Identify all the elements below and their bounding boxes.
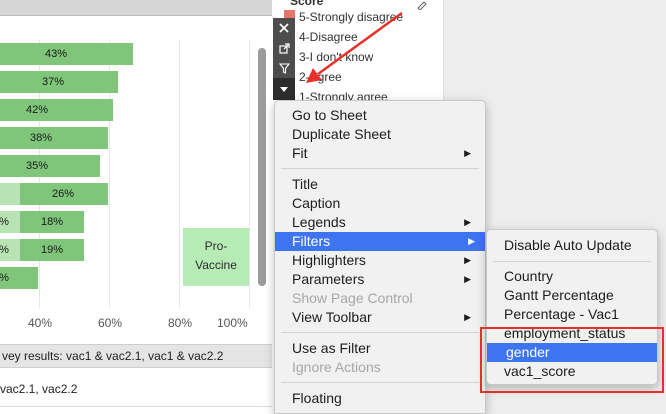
axis-tick-label: 80% [168, 316, 193, 330]
legend-title: Score [290, 0, 324, 8]
bar-value-label: 35% [25, 160, 49, 172]
menu-item-parameters[interactable]: Parameters ▶ [279, 270, 481, 289]
worksheet-context-menu: Go to Sheet Duplicate Sheet Fit ▶ Title C… [274, 100, 486, 414]
submenu-arrow-icon: ▶ [464, 274, 471, 284]
menu-item-label: Fit [292, 145, 308, 161]
sheet-header-bar [0, 0, 272, 16]
annotation-highlight-box [480, 327, 664, 393]
submenu-arrow-icon: ▶ [464, 255, 471, 265]
submenu-arrow-icon: ▶ [464, 217, 471, 227]
axis-tick-label: 40% [28, 316, 53, 330]
axis-tick-label: 60% [98, 316, 123, 330]
legend-item[interactable]: 2-Agree [299, 70, 342, 84]
submenu-arrow-icon: ▶ [468, 236, 475, 246]
menu-item-label: Highlighters [292, 252, 366, 268]
bar-value-label: % [0, 272, 9, 284]
bar-value-label: 37% [41, 76, 65, 88]
bar-value-label: % [0, 244, 9, 256]
close-icon[interactable] [273, 18, 295, 38]
menu-item-legends[interactable]: Legends ▶ [279, 213, 481, 232]
submenu-arrow-icon: ▶ [464, 148, 471, 158]
menu-item-fit[interactable]: Fit ▶ [279, 144, 481, 163]
scrollbar-thumb[interactable] [258, 48, 266, 286]
submenu-item-country[interactable]: Country [487, 267, 657, 286]
bar-chart[interactable]: 43% 37% 42% 38% 35% 26% % 18% % 19% % Pr… [0, 16, 272, 344]
menu-item-show-page-control: Show Page Control [292, 290, 413, 306]
axis-tick-label: 100% [217, 316, 248, 330]
submenu-item-gantt-percentage[interactable]: Gantt Percentage [487, 286, 657, 305]
pro-vaccine-line1: Pro- [204, 239, 228, 253]
submenu-item-disable-auto-update[interactable]: Disable Auto Update [487, 236, 657, 255]
bar-value-label: 43% [44, 48, 68, 60]
menu-item-label: Legends [292, 214, 346, 230]
menu-separator [281, 168, 479, 169]
gridline [179, 40, 180, 308]
chart-bar[interactable] [0, 183, 20, 205]
legend-item[interactable]: 3-I don't know [299, 50, 373, 64]
popout-icon[interactable] [273, 38, 295, 58]
menu-item-view-toolbar[interactable]: View Toolbar ▶ [279, 308, 481, 327]
bar-value-label: % [0, 216, 9, 228]
divider [0, 406, 272, 407]
worksheet-toolbar [273, 18, 295, 100]
menu-separator [493, 261, 651, 262]
menu-item-caption[interactable]: Caption [279, 194, 481, 213]
sheet-title: vey results: vac1 & vac2.1, vac1 & vac2.… [0, 344, 272, 368]
bar-value-label: 38% [29, 132, 53, 144]
menu-item-go-to-sheet[interactable]: Go to Sheet [279, 106, 481, 125]
submenu-item-percentage-vac1[interactable]: Percentage - Vac1 [487, 305, 657, 324]
edit-pencil-icon[interactable] [416, 0, 428, 13]
menu-item-ignore-actions: Ignore Actions [292, 359, 381, 375]
pro-vaccine-line2: Vaccine [195, 258, 237, 272]
filter-icon[interactable] [273, 58, 295, 78]
pro-vaccine-label: Pro- Vaccine [183, 228, 249, 286]
subsheet-caption: vac2.1, vac2.2 [0, 382, 78, 396]
bar-value-label: 42% [25, 104, 49, 116]
bar-value-label: 18% [40, 216, 64, 228]
menu-item-highlighters[interactable]: Highlighters ▶ [279, 251, 481, 270]
menu-item-title[interactable]: Title [279, 175, 481, 194]
menu-separator [281, 382, 479, 383]
menu-item-duplicate-sheet[interactable]: Duplicate Sheet [279, 125, 481, 144]
bar-value-label: 19% [40, 244, 64, 256]
menu-item-floating[interactable]: Floating [279, 389, 481, 408]
legend-item[interactable]: 5-Strongly disagree [299, 10, 403, 24]
legend-item[interactable]: 4-Disagree [299, 30, 358, 44]
dropdown-icon[interactable] [273, 78, 295, 100]
submenu-arrow-icon: ▶ [464, 312, 471, 322]
menu-item-use-as-filter[interactable]: Use as Filter [279, 339, 481, 358]
menu-separator [281, 332, 479, 333]
gridline [249, 40, 250, 308]
menu-item-label: Filters [292, 233, 331, 249]
menu-item-label: View Toolbar [292, 309, 372, 325]
menu-item-label: Parameters [292, 271, 365, 287]
menu-item-filters[interactable]: Filters ▶ [275, 232, 485, 251]
bar-value-label: 26% [51, 188, 75, 200]
